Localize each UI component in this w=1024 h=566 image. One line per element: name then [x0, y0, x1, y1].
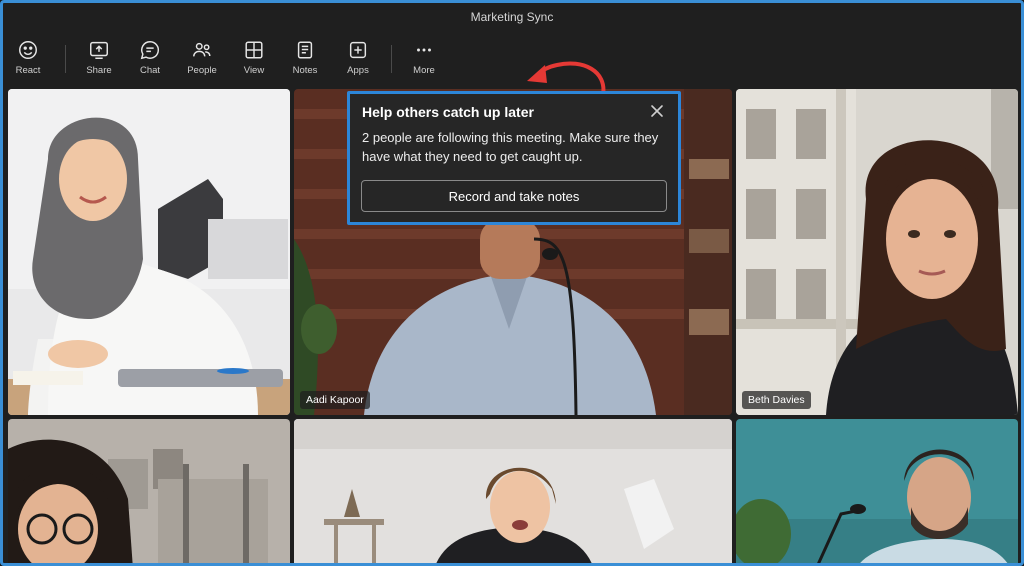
video-tile-active-speaker[interactable] — [294, 419, 732, 563]
video-tile[interactable] — [8, 419, 290, 563]
popover-title: Help others catch up later — [362, 104, 534, 120]
participant-name: Beth Davies — [742, 391, 811, 409]
catch-up-popover: Help others catch up later 2 people are … — [347, 91, 681, 225]
toolbar-divider — [65, 45, 66, 73]
share-label: Share — [86, 65, 112, 76]
toolbar-divider — [391, 45, 392, 73]
close-icon[interactable] — [648, 102, 666, 120]
notes-icon — [297, 41, 313, 59]
people-button[interactable]: People — [180, 39, 224, 83]
react-button[interactable]: React — [6, 39, 50, 83]
apps-label: Apps — [347, 65, 369, 76]
chat-button[interactable]: Chat — [128, 39, 172, 83]
people-icon — [193, 42, 211, 57]
meeting-toolbar: React Share Chat People View Notes Apps — [3, 33, 1021, 83]
video-tile[interactable] — [8, 89, 290, 415]
record-and-take-notes-button[interactable]: Record and take notes — [361, 180, 667, 212]
participant-video — [736, 89, 1018, 415]
apps-icon — [349, 41, 367, 59]
participant-video — [294, 419, 732, 563]
video-tile[interactable]: Beth Davies — [736, 89, 1018, 415]
window-title: Marketing Sync — [470, 10, 554, 24]
share-icon — [90, 41, 108, 59]
view-label: View — [243, 65, 265, 76]
share-button[interactable]: Share — [77, 39, 121, 83]
more-icon — [417, 48, 431, 52]
popover-body: 2 people are following this meeting. Mak… — [362, 130, 659, 164]
notes-button[interactable]: Notes — [283, 39, 327, 83]
apps-button[interactable]: Apps — [336, 39, 380, 83]
participant-name: Aadi Kapoor — [300, 391, 370, 409]
more-label: More — [413, 65, 435, 76]
react-label: React — [15, 65, 41, 76]
participant-video — [8, 89, 290, 415]
more-button[interactable]: More — [402, 39, 446, 83]
participant-video — [736, 419, 1018, 563]
smile-icon — [19, 41, 37, 59]
chat-icon — [140, 41, 160, 60]
chat-label: Chat — [139, 65, 161, 76]
people-label: People — [187, 65, 217, 76]
meeting-window: Marketing Sync React Share Chat People V… — [0, 0, 1024, 566]
view-grid-icon — [245, 41, 263, 59]
view-button[interactable]: View — [232, 39, 276, 83]
video-tile[interactable] — [736, 419, 1018, 563]
participant-video — [8, 419, 290, 563]
notes-label: Notes — [292, 65, 318, 76]
